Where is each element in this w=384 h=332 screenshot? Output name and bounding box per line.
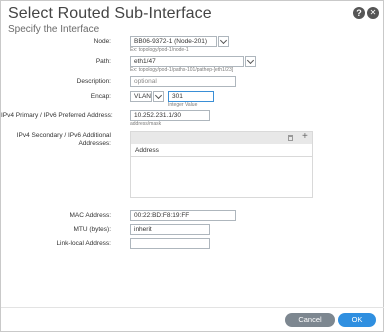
plus-icon[interactable]: + <box>302 131 308 143</box>
ipv4-secondary-label-cont: Addresses: <box>78 140 111 147</box>
chevron-down-icon <box>154 91 163 100</box>
help-icon[interactable]: ? <box>353 7 365 19</box>
encap-type-dropdown-button[interactable] <box>153 91 164 102</box>
description-label: Description: <box>76 78 111 85</box>
link-local-label: Link-local Address: <box>56 240 111 247</box>
path-select[interactable]: eth1/47 <box>130 56 244 67</box>
chevron-down-icon <box>219 36 228 45</box>
trash-icon[interactable] <box>288 135 293 141</box>
secondary-addresses-table: + Address <box>130 131 313 198</box>
cancel-button[interactable]: Cancel <box>285 313 335 327</box>
address-column-header[interactable]: Address <box>131 144 312 157</box>
chevron-down-icon <box>246 56 255 65</box>
node-label: Node: <box>93 38 111 45</box>
path-dropdown-button[interactable] <box>245 56 256 67</box>
node-dropdown-button[interactable] <box>218 36 229 47</box>
node-select[interactable]: BB06-9372-1 (Node-201) <box>130 36 217 47</box>
node-hint: Ex: topology/pod-1/node-1 <box>130 47 189 53</box>
select-routed-sub-interface-dialog: Select Routed Sub-Interface ? ✕ Specify … <box>0 0 384 332</box>
ipv4-secondary-label: IPv4 Secondary / IPv6 Additional <box>16 132 111 139</box>
close-icon[interactable]: ✕ <box>367 7 379 19</box>
encap-label: Encap: <box>90 93 111 100</box>
description-input[interactable]: optional <box>130 76 236 87</box>
mac-input[interactable]: 00:22:BD:F8:19:FF <box>130 210 236 221</box>
mac-label: MAC Address: <box>69 212 111 219</box>
ok-button[interactable]: OK <box>338 313 376 327</box>
path-label: Path: <box>95 58 111 65</box>
encap-hint: Integer Value <box>168 102 198 108</box>
mtu-label: MTU (bytes): <box>73 226 111 233</box>
encap-vlan-input[interactable]: 301 <box>168 91 214 102</box>
ipv4-primary-label: IPv4 Primary / IPv6 Preferred Address: <box>1 112 113 119</box>
dialog-title: Select Routed Sub-Interface <box>8 5 212 22</box>
link-local-input[interactable] <box>130 238 210 249</box>
footer-divider <box>1 307 384 308</box>
mtu-input[interactable]: inherit <box>130 224 210 235</box>
section-subtitle: Specify the Interface <box>8 24 100 35</box>
ipv4-primary-hint: address/mask <box>130 121 162 127</box>
ipv4-primary-input[interactable]: 10.252.231.1/30 <box>130 110 210 121</box>
encap-type-select[interactable]: VLAN <box>130 91 152 102</box>
table-toolbar: + <box>131 131 312 144</box>
path-hint: Ex: topology/pod-1/paths-101/pathep-[eth… <box>130 67 234 73</box>
